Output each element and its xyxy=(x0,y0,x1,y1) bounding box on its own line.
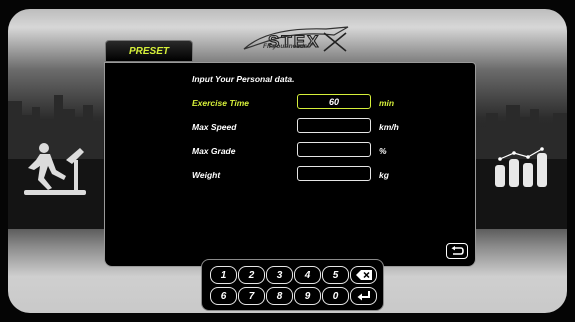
weight-unit: kg xyxy=(379,170,389,180)
max-grade-field[interactable] xyxy=(297,142,371,157)
key-6[interactable]: 6 xyxy=(210,287,237,305)
key-3[interactable]: 3 xyxy=(266,266,293,284)
form-heading: Input Your Personal data. xyxy=(192,74,295,84)
numeric-keypad: 1 2 3 4 5 6 7 8 9 0 xyxy=(201,259,384,311)
treadmill-runner-icon xyxy=(24,143,86,195)
max-speed-label: Max Speed xyxy=(192,122,237,132)
key-2[interactable]: 2 xyxy=(238,266,265,284)
tab-preset[interactable]: PRESET xyxy=(105,40,193,62)
backspace-key[interactable] xyxy=(350,266,377,284)
input-panel: Input Your Personal data. Exercise Time … xyxy=(104,62,476,267)
weight-field[interactable] xyxy=(297,166,371,181)
weight-label: Weight xyxy=(192,170,221,180)
screen: STEX Fit your needs™ PRESET Input Your P xyxy=(8,9,567,313)
exercise-time-unit: min xyxy=(379,98,395,108)
exercise-time-label: Exercise Time xyxy=(192,98,250,108)
key-8[interactable]: 8 xyxy=(266,287,293,305)
key-0[interactable]: 0 xyxy=(322,287,349,305)
key-7[interactable]: 7 xyxy=(238,287,265,305)
back-icon xyxy=(451,246,464,255)
enter-icon xyxy=(357,290,370,300)
bar-graph-icon xyxy=(495,147,547,187)
key-9[interactable]: 9 xyxy=(294,287,321,305)
key-4[interactable]: 4 xyxy=(294,266,321,284)
max-grade-unit: % xyxy=(379,146,387,156)
back-button[interactable] xyxy=(446,243,468,259)
backspace-icon xyxy=(355,270,372,280)
max-grade-label: Max Grade xyxy=(192,146,236,156)
logo-tagline: Fit your needs™ xyxy=(263,43,314,50)
key-5[interactable]: 5 xyxy=(322,266,349,284)
exercise-time-field[interactable]: 60 xyxy=(297,94,371,109)
max-speed-field[interactable] xyxy=(297,118,371,133)
app-frame: STEX Fit your needs™ PRESET Input Your P xyxy=(0,0,575,322)
key-1[interactable]: 1 xyxy=(210,266,237,284)
enter-key[interactable] xyxy=(350,287,377,305)
stex-logo: STEX xyxy=(243,26,349,52)
max-speed-unit: km/h xyxy=(379,122,399,132)
